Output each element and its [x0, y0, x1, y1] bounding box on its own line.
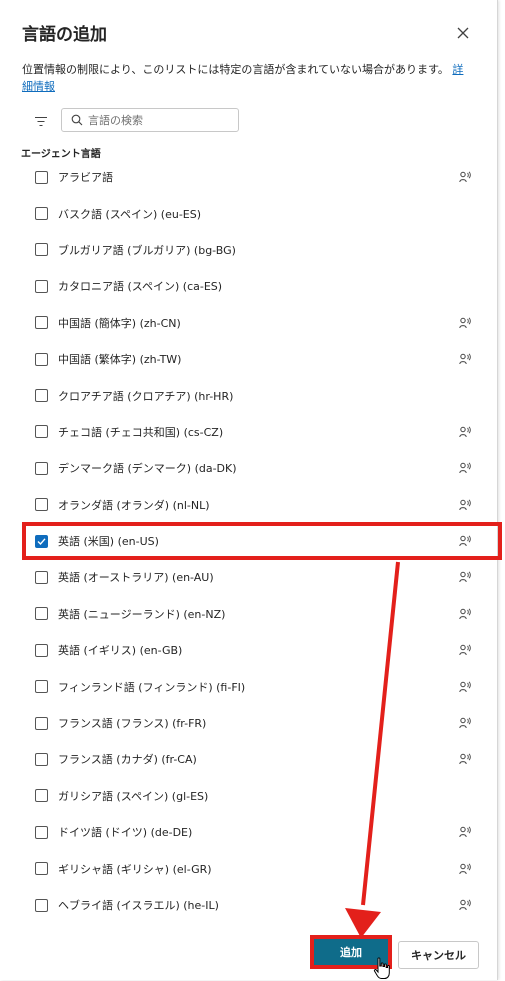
language-checkbox[interactable]: [35, 461, 48, 475]
language-checkbox[interactable]: [35, 352, 48, 366]
language-label: バスク語 (スペイン) (eu-ES): [58, 207, 202, 221]
language-row[interactable]: 中国語 (繁体字) (zh-TW): [0, 341, 497, 377]
filter-icon: [35, 116, 47, 126]
language-label: 中国語 (簡体字) (zh-CN): [58, 316, 181, 330]
language-row[interactable]: フィンランド語 (フィンランド) (fi-FI): [0, 668, 497, 704]
language-row[interactable]: オランダ語 (オランダ) (nl-NL): [0, 487, 497, 523]
language-search-input[interactable]: [88, 113, 228, 127]
language-label: フランス語 (フランス) (fr-FR): [58, 717, 207, 731]
language-label: ギリシャ語 (ギリシャ) (el-GR): [58, 862, 212, 876]
dialog-title: 言語の追加: [22, 25, 107, 45]
language-checkbox[interactable]: [35, 279, 48, 293]
language-row[interactable]: デンマーク語 (デンマーク) (da-DK): [0, 450, 497, 486]
voice-icon: [459, 608, 471, 619]
voice-icon: [459, 826, 471, 838]
language-row[interactable]: ギリシャ語 (ギリシャ) (el-GR): [0, 850, 497, 886]
voice-icon: [459, 426, 471, 438]
description-text: 位置情報の制限により、このリストには特定の言語が含まれていない場合があります。: [22, 63, 449, 76]
language-checkbox[interactable]: [35, 716, 48, 730]
language-label: クロアチア語 (クロアチア) (hr-HR): [58, 389, 234, 403]
language-row[interactable]: 英語 (米国) (en-US): [0, 523, 497, 559]
language-checkbox[interactable]: [35, 316, 48, 330]
section-label-agent-languages: エージェント言語: [21, 149, 101, 160]
voice-icon: [459, 171, 471, 183]
voice-icon: [459, 462, 471, 474]
voice-icon: [459, 681, 471, 692]
add-language-dialog: 言語の追加 位置情報の制限により、このリストには特定の言語が含まれていない場合が…: [0, 0, 502, 980]
language-checkbox[interactable]: [35, 207, 48, 221]
language-row[interactable]: クロアチア語 (クロアチア) (hr-HR): [0, 377, 497, 413]
voice-icon: [459, 717, 471, 729]
language-label: ガリシア語 (スペイン) (gl-ES): [58, 789, 209, 803]
language-label: 英語 (米国) (en-US): [58, 535, 159, 549]
dialog-description: 位置情報の制限により、このリストには特定の言語が含まれていない場合があります。 …: [22, 61, 470, 95]
language-checkbox[interactable]: [35, 680, 48, 694]
language-checkbox[interactable]: [35, 389, 48, 403]
language-row[interactable]: 英語 (オーストラリア) (en-AU): [0, 559, 497, 595]
voice-icon: [459, 644, 471, 656]
language-checkbox[interactable]: [35, 425, 48, 439]
language-checkbox[interactable]: [35, 643, 48, 657]
language-row[interactable]: ヘブライ語 (イスラエル) (he-IL): [0, 887, 497, 923]
voice-icon: [459, 863, 471, 874]
filter-button[interactable]: [33, 113, 49, 129]
language-checkbox[interactable]: [35, 752, 48, 766]
voice-icon: [459, 353, 471, 365]
language-label: カタロニア語 (スペイン) (ca-ES): [58, 280, 223, 294]
language-label: デンマーク語 (デンマーク) (da-DK): [58, 462, 237, 476]
language-label: フランス語 (カナダ) (fr-CA): [58, 753, 197, 767]
language-checkbox[interactable]: [35, 898, 48, 912]
language-row[interactable]: 英語 (イギリス) (en-GB): [0, 632, 497, 668]
language-label: ヘブライ語 (イスラエル) (he-IL): [58, 899, 219, 912]
language-row[interactable]: カタロニア語 (スペイン) (ca-ES): [0, 268, 497, 304]
voice-icon: [459, 899, 471, 911]
language-search-box[interactable]: [61, 108, 239, 132]
language-checkbox[interactable]: [35, 498, 48, 512]
language-checkbox[interactable]: [35, 789, 48, 803]
language-label: 中国語 (繁体字) (zh-TW): [58, 353, 182, 367]
language-checkbox[interactable]: [35, 170, 48, 184]
language-label: ブルガリア語 (ブルガリア) (bg-BG): [58, 243, 236, 257]
language-row[interactable]: ブルガリア語 (ブルガリア) (bg-BG): [0, 232, 497, 268]
language-row[interactable]: フランス語 (カナダ) (fr-CA): [0, 741, 497, 777]
close-icon: [457, 27, 469, 39]
close-button[interactable]: [452, 22, 474, 44]
language-checkbox[interactable]: [35, 862, 48, 876]
language-row[interactable]: アラビア語: [0, 159, 497, 195]
language-label: 英語 (ニュージーランド) (en-NZ): [58, 607, 226, 621]
language-label: ドイツ語 (ドイツ) (de-DE): [58, 826, 193, 840]
language-checkbox[interactable]: [35, 825, 48, 839]
voice-icon: [459, 753, 471, 765]
search-icon: [71, 114, 83, 126]
language-label: フィンランド語 (フィンランド) (fi-FI): [58, 680, 246, 694]
cancel-button[interactable]: キャンセル: [398, 941, 479, 969]
voice-icon: [459, 535, 471, 547]
language-label: アラビア語: [58, 171, 113, 185]
language-row[interactable]: チェコ語 (チェコ共和国) (cs-CZ): [0, 414, 497, 450]
language-row[interactable]: フランス語 (フランス) (fr-FR): [0, 705, 497, 741]
language-row[interactable]: バスク語 (スペイン) (eu-ES): [0, 195, 497, 231]
voice-icon: [459, 571, 471, 583]
language-list: アラビア語バスク語 (スペイン) (eu-ES) ブルガリア語 (ブルガリア) (…: [0, 159, 497, 923]
language-row[interactable]: ガリシア語 (スペイン) (gl-ES): [0, 778, 497, 814]
language-label: 英語 (イギリス) (en-GB): [58, 644, 183, 658]
language-label: 英語 (オーストラリア) (en-AU): [58, 571, 214, 585]
language-row[interactable]: ドイツ語 (ドイツ) (de-DE): [0, 814, 497, 850]
language-checkbox[interactable]: [35, 243, 48, 257]
voice-icon: [459, 499, 471, 510]
language-row[interactable]: 英語 (ニュージーランド) (en-NZ): [0, 596, 497, 632]
add-button[interactable]: 追加: [310, 935, 392, 969]
voice-icon: [459, 317, 471, 328]
language-checkbox[interactable]: [35, 534, 48, 548]
language-row[interactable]: 中国語 (簡体字) (zh-CN): [0, 305, 497, 341]
language-label: チェコ語 (チェコ共和国) (cs-CZ): [58, 425, 224, 439]
checkmark-icon: [37, 537, 46, 545]
language-checkbox[interactable]: [35, 607, 48, 621]
language-label: オランダ語 (オランダ) (nl-NL): [58, 498, 210, 512]
language-checkbox[interactable]: [35, 570, 48, 584]
